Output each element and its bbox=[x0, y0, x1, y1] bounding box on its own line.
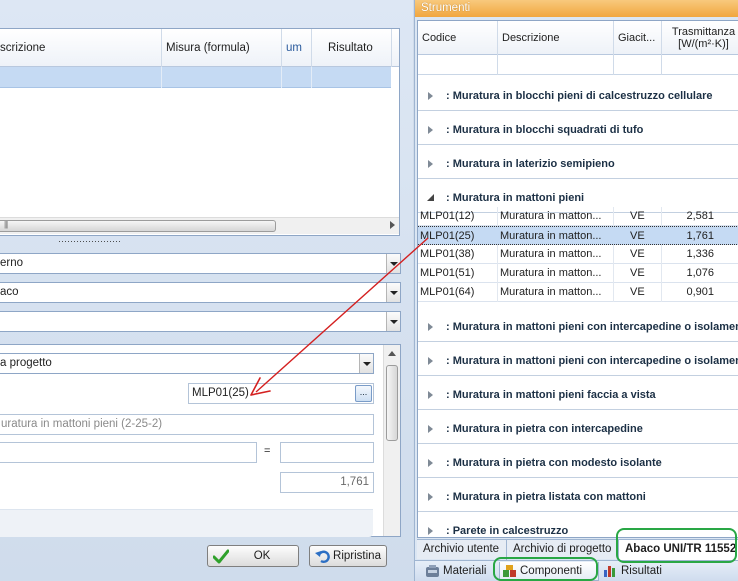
ok-button[interactable]: OK bbox=[207, 545, 299, 567]
group-row[interactable]: : Muratura in blocchi squadrati di tufo bbox=[418, 115, 738, 145]
tab-materials[interactable]: Materiali bbox=[423, 562, 493, 581]
column-result[interactable]: Risultato bbox=[312, 29, 392, 67]
group-row[interactable]: : Parete in calcestruzzo bbox=[418, 516, 738, 537]
group-row[interactable]: : Muratura in mattoni pieni con intercap… bbox=[418, 312, 738, 342]
combo-exposure[interactable]: erno bbox=[0, 253, 401, 274]
tab-results-label: Risultati bbox=[621, 565, 662, 577]
tab-user-archive[interactable]: Archivio utente bbox=[417, 540, 507, 560]
browse-button[interactable]: ... bbox=[355, 385, 372, 402]
row-code: MLP01(25) bbox=[420, 230, 475, 242]
archive-tabs: Archivio utente Archivio di progetto Aba… bbox=[417, 539, 738, 560]
row-description: Muratura in matton... bbox=[500, 230, 602, 242]
scroll-right-icon[interactable] bbox=[390, 221, 395, 229]
components-grid-header: Codice Descrizione Giacit... Trasmittanz… bbox=[418, 21, 738, 55]
expand-icon[interactable] bbox=[428, 160, 433, 168]
chevron-down-icon[interactable] bbox=[386, 283, 400, 302]
group-row[interactable]: : Muratura in mattoni pieni faccia a vis… bbox=[418, 380, 738, 410]
group-row[interactable]: : Muratura in pietra listata con mattoni bbox=[418, 482, 738, 512]
tools-bottom-tabs: Materiali Componenti Risultati bbox=[415, 560, 738, 581]
column-description[interactable]: Descrizione bbox=[498, 21, 614, 55]
measurements-grid: scrizione Misura (formula) um Risultato … bbox=[0, 28, 400, 236]
formula-result-field[interactable] bbox=[280, 442, 374, 463]
expand-icon[interactable] bbox=[428, 527, 433, 535]
properties-panel: a progetto MLP01(25) ... uratura in matt… bbox=[0, 344, 401, 537]
combo-source-value: aco bbox=[0, 286, 19, 298]
tab-project-archive[interactable]: Archivio di progetto bbox=[507, 540, 619, 560]
components-grid: Codice Descrizione Giacit... Trasmittanz… bbox=[417, 20, 738, 538]
combo-source[interactable]: aco bbox=[0, 282, 401, 303]
combo-origin[interactable]: a progetto bbox=[0, 353, 374, 374]
expand-icon[interactable] bbox=[428, 357, 433, 365]
scroll-up-icon[interactable] bbox=[388, 351, 396, 356]
component-editor-panel: scrizione Misura (formula) um Risultato … bbox=[0, 0, 413, 581]
expand-icon[interactable] bbox=[428, 391, 433, 399]
row-value: 2,581 bbox=[686, 210, 714, 222]
table-row[interactable]: MLP01(51) Muratura in matton... VE 1,076 bbox=[418, 264, 738, 283]
row-position: VE bbox=[630, 230, 645, 242]
description-field[interactable]: uratura in mattoni pieni (2-25-2) bbox=[0, 414, 374, 435]
grid-selected-row[interactable] bbox=[0, 67, 391, 88]
tools-panel-title: Strumenti bbox=[415, 0, 738, 17]
combo-exposure-value: erno bbox=[0, 257, 24, 269]
group-row[interactable]: : Muratura in pietra con intercapedine bbox=[418, 414, 738, 444]
restore-button[interactable]: Ripristina bbox=[309, 545, 387, 567]
undo-icon bbox=[315, 550, 330, 563]
table-row[interactable]: MLP01(12) Muratura in matton... VE 2,581 bbox=[418, 207, 738, 226]
column-transmittance[interactable]: Trasmittanza [W/(m²·K)] bbox=[662, 21, 738, 55]
expand-icon[interactable] bbox=[428, 425, 433, 433]
expand-icon[interactable] bbox=[428, 323, 433, 331]
group-row[interactable]: : Muratura in laterizio semipieno bbox=[418, 149, 738, 179]
checkmark-icon bbox=[213, 549, 229, 564]
equals-sign: = bbox=[264, 445, 271, 457]
tools-panel: Strumenti Codice Descrizione Giacit... T… bbox=[414, 0, 738, 581]
expand-icon[interactable] bbox=[428, 459, 433, 467]
collapse-icon[interactable] bbox=[427, 194, 434, 201]
grid-header: scrizione Misura (formula) um Risultato bbox=[0, 29, 399, 67]
chevron-down-icon[interactable] bbox=[359, 354, 373, 373]
tab-uni-abacus[interactable]: Abaco UNI/TR 11552 bbox=[619, 540, 738, 560]
materials-icon bbox=[426, 565, 439, 577]
tab-materials-label: Materiali bbox=[443, 565, 487, 577]
ok-button-label: OK bbox=[253, 550, 271, 562]
column-description[interactable]: scrizione bbox=[0, 29, 162, 67]
scroll-grip-icon: ||| bbox=[4, 220, 8, 229]
table-row-selected[interactable]: MLP01(25) Muratura in matton... VE 1,761 bbox=[418, 226, 738, 245]
column-um[interactable]: um bbox=[282, 29, 312, 67]
scrollbar-thumb[interactable] bbox=[0, 220, 276, 232]
formula-field[interactable] bbox=[0, 442, 257, 463]
table-row[interactable]: MLP01(38) Muratura in matton... VE 1,336 bbox=[418, 245, 738, 264]
filter-row[interactable] bbox=[418, 55, 738, 75]
code-field[interactable]: MLP01(25) ... bbox=[188, 383, 374, 404]
expand-icon[interactable] bbox=[428, 126, 433, 134]
components-icon bbox=[503, 565, 516, 577]
tab-results[interactable]: Risultati bbox=[601, 562, 681, 581]
bar-chart-icon bbox=[604, 566, 615, 577]
column-formula[interactable]: Misura (formula) bbox=[162, 29, 282, 67]
scrollbar-thumb[interactable] bbox=[386, 365, 398, 441]
expand-icon[interactable] bbox=[428, 493, 433, 501]
properties-footer bbox=[0, 509, 373, 537]
code-field-value: MLP01(25) bbox=[192, 387, 249, 399]
combo-type[interactable] bbox=[0, 311, 401, 332]
tab-components[interactable]: Componenti bbox=[499, 562, 599, 581]
chevron-down-icon[interactable] bbox=[386, 254, 400, 273]
group-row[interactable]: : Muratura in pietra con modesto isolant… bbox=[418, 448, 738, 478]
table-row[interactable]: MLP01(64) Muratura in matton... VE 0,901 bbox=[418, 283, 738, 302]
row-value: 1,336 bbox=[686, 248, 714, 260]
row-value: 1,761 bbox=[686, 230, 714, 242]
horizontal-scrollbar[interactable]: ||| bbox=[0, 217, 399, 234]
row-value: 1,076 bbox=[686, 267, 714, 279]
group-row[interactable]: : Muratura in mattoni pieni con intercap… bbox=[418, 346, 738, 376]
splitter-handle[interactable]: ····················· bbox=[58, 237, 121, 246]
expand-icon[interactable] bbox=[428, 92, 433, 100]
result-field[interactable]: 1,761 bbox=[280, 472, 374, 493]
row-value: 0,901 bbox=[686, 286, 714, 298]
vertical-scrollbar[interactable] bbox=[383, 345, 400, 536]
combo-origin-value: a progetto bbox=[0, 357, 52, 369]
group-row[interactable]: : Muratura in blocchi pieni di calcestru… bbox=[418, 81, 738, 111]
column-code[interactable]: Codice bbox=[418, 21, 498, 55]
tab-components-label: Componenti bbox=[520, 565, 583, 577]
chevron-down-icon[interactable] bbox=[386, 312, 400, 331]
column-position[interactable]: Giacit... bbox=[614, 21, 662, 55]
